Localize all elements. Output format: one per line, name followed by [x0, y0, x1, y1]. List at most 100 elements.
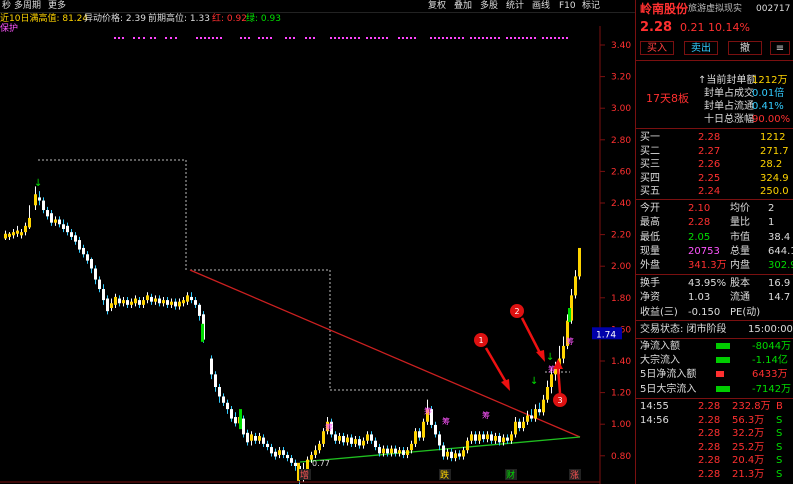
toolbar-item-multistock[interactable]: 多股 — [480, 0, 498, 12]
signal-dot — [378, 37, 380, 39]
toolbar-item-seconds[interactable]: 秒 — [2, 0, 11, 12]
candle-body — [386, 448, 389, 454]
sell-button[interactable]: 卖出 — [684, 41, 718, 55]
tick-price: 2.28 — [698, 401, 721, 412]
candle-body — [142, 300, 145, 305]
bid-price: 2.28 — [698, 132, 721, 143]
tick-time: 14:55 — [640, 401, 669, 412]
candle-body — [138, 300, 141, 305]
candle-body — [446, 451, 449, 457]
toolbar-item-draw[interactable]: 画线 — [532, 0, 550, 12]
annotation-arrowhead — [501, 379, 510, 391]
candle-body — [542, 399, 545, 413]
seal-stat-value: 0.01倍 — [752, 88, 785, 99]
bid-volume: 324.9 — [760, 172, 789, 184]
candle-body — [154, 298, 157, 302]
quote-panel: 岭南股份 旅游虚拟现实 002717 2.28 0.21 10.14% 买入 卖… — [635, 0, 793, 484]
candle-body — [450, 451, 453, 459]
candle-body — [478, 434, 481, 441]
signal-dot — [266, 37, 268, 39]
flow-label: 5日净流入额 — [640, 369, 697, 381]
tick-price: 2.28 — [698, 414, 721, 426]
seal-stat-row: 十日总涨幅 90.00% — [636, 113, 793, 126]
axis-tick-label: 2.80 — [611, 136, 631, 146]
signal-dot — [370, 37, 372, 39]
signal-dot — [138, 37, 140, 39]
signal-dot — [470, 37, 472, 39]
signal-dot — [165, 37, 167, 39]
quote-value: 302.9 — [768, 260, 793, 272]
flow-value: -8044万 — [752, 341, 792, 352]
candle-body — [402, 450, 405, 455]
candle-body — [190, 296, 193, 301]
candle-body — [82, 247, 85, 255]
ratio-label: PE(动) — [730, 306, 761, 318]
toolbar-item-mark[interactable]: 标记 — [582, 0, 600, 12]
seal-stat-label: 十日总涨幅 — [704, 114, 754, 125]
candle-body — [242, 418, 245, 435]
toolbar-item-f10[interactable]: F10 — [559, 0, 576, 12]
quote-label: 内盘 — [730, 260, 750, 272]
ratio-value: 1.03 — [688, 292, 711, 304]
signal-dot — [216, 37, 218, 39]
tick-side: B — [776, 401, 783, 412]
more-menu-icon[interactable]: ≡ — [770, 41, 790, 55]
signal-dot — [562, 37, 564, 39]
flow-value: -7142万 — [752, 383, 792, 395]
kline-chart[interactable]: 3.403.203.002.802.602.402.202.001.801.60… — [0, 0, 635, 484]
candle-body — [550, 374, 553, 387]
signal-dot — [220, 37, 222, 39]
candle-body — [286, 454, 289, 459]
signal-dot — [518, 37, 520, 39]
divider — [636, 274, 793, 275]
candle-body — [94, 268, 97, 280]
tick-side: S — [776, 414, 783, 426]
toolbar-item-fuquan[interactable]: 复权 — [428, 0, 446, 12]
candle-body — [462, 450, 465, 457]
seal-stat-row: 封单占成交 0.01倍 — [636, 87, 793, 100]
tick-price: 2.28 — [698, 441, 721, 453]
signal-dot — [334, 37, 336, 39]
annotation-number: 3 — [557, 396, 562, 405]
signal-dot — [478, 37, 480, 39]
annotation-arrowhead — [536, 350, 545, 362]
signal-dot — [410, 37, 412, 39]
signal-dot — [366, 37, 368, 39]
tick-price: 2.28 — [698, 428, 721, 440]
candle-body — [166, 300, 169, 305]
stock-name: 岭南股份 — [640, 2, 689, 16]
signal-dot — [118, 37, 120, 39]
signal-dot — [442, 37, 444, 39]
flow-row: 大宗流入 -1.14亿 — [636, 354, 793, 367]
signal-dot — [196, 37, 198, 39]
bid-level-label: 买五 — [640, 186, 660, 197]
toolbar-item-stats[interactable]: 统计 — [506, 0, 524, 12]
abnormal-price-value: 异动价格: 2.39 — [84, 14, 146, 24]
signal-dot — [434, 37, 436, 39]
flow-bar — [716, 357, 730, 364]
candle-body — [578, 247, 581, 277]
signal-dot — [510, 37, 512, 39]
buy-button[interactable]: 买入 — [640, 41, 674, 55]
toolbar-item-more[interactable]: 更多 — [48, 0, 66, 12]
candle-body — [354, 439, 357, 444]
candle-body — [526, 415, 529, 422]
candle-body — [514, 421, 517, 435]
signal-dot — [350, 37, 352, 39]
candle-body — [118, 298, 121, 304]
toolbar-item-multiperiod[interactable]: 多周期 — [14, 0, 41, 12]
signal-candle — [239, 409, 242, 430]
price-change: 0.21 — [680, 21, 705, 34]
signal-dot — [338, 37, 340, 39]
toolbar-item-overlay[interactable]: 叠加 — [454, 0, 472, 12]
quote-value: 341.3万 — [688, 260, 727, 272]
candle-body — [42, 200, 45, 211]
signal-dot — [546, 37, 548, 39]
candle-body — [126, 300, 129, 305]
signal-dot — [398, 37, 400, 39]
annotation-number: 2 — [514, 307, 519, 316]
bid-row: 买四 2.25 324.9 — [636, 172, 793, 185]
cancel-order-button[interactable]: 撤 — [728, 41, 762, 55]
divider — [636, 320, 793, 321]
candle-body — [250, 434, 253, 441]
